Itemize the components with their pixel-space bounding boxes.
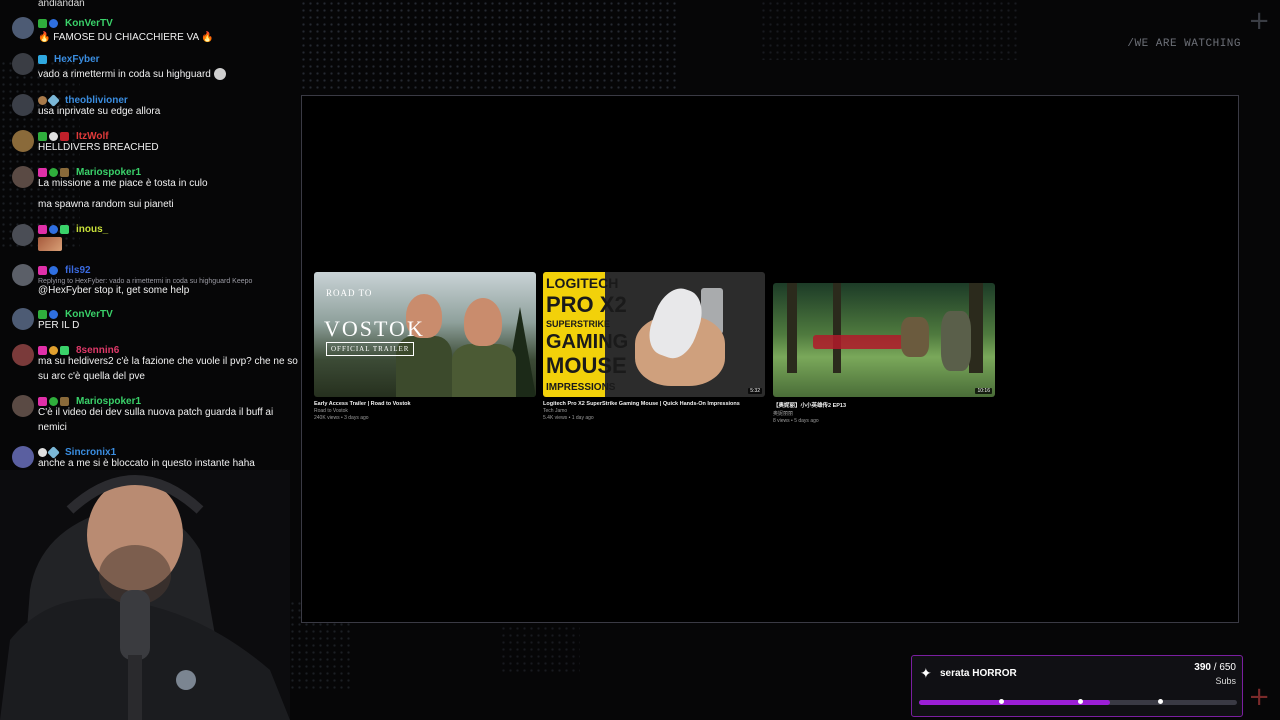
thumb-caption: SUPERSTRIKE	[546, 319, 611, 329]
video-card[interactable]: 10:16 【奥妮丽】小小英雄传2 EP13 奥妮丽丽 8 views • 5 …	[773, 272, 995, 424]
milestone-marker	[1078, 699, 1083, 704]
sub-badge-icon	[49, 224, 58, 234]
chat-text: ma spawna random sui pianeti	[38, 199, 174, 210]
chat-text: PER IL D	[38, 320, 80, 331]
dot-pattern-top	[300, 0, 680, 92]
chat-emote	[38, 237, 62, 256]
chat-badges: inous_	[38, 222, 108, 236]
thumb-caption: IMPRESSIONS	[546, 382, 616, 393]
thumb-caption: VOSTOK	[324, 316, 425, 341]
emote-icon	[213, 68, 226, 81]
milestone-marker	[1157, 699, 1163, 704]
video-title[interactable]: Early Access Trailer | Road to Vostok	[314, 401, 536, 407]
avatar	[12, 344, 34, 366]
avatar	[12, 224, 34, 246]
chat-text: vado a rimettermi in coda su highguard	[38, 67, 298, 82]
chat-badges: HexFyber	[38, 52, 100, 66]
chat-text: La missione a me piace è tosta in culo	[38, 178, 208, 189]
avatar	[12, 395, 34, 417]
dot-pattern-bottom-center	[500, 625, 580, 675]
avatar	[12, 17, 34, 39]
chat-badges: KonVerTV	[38, 16, 113, 30]
dot-pattern-top-right	[760, 0, 1020, 60]
goal-progress-bar	[919, 699, 1237, 705]
tree-shape	[969, 283, 983, 373]
video-stats: 240K views • 3 days ago	[314, 415, 369, 421]
webcam-feed	[0, 470, 290, 720]
goal-target: 650	[1219, 662, 1236, 673]
sub-goal-widget: ✦ serata HORROR 390 / 650 Subs	[911, 655, 1243, 717]
chat-text: ma su heldivers2 c'è la fazione che vuol…	[38, 356, 298, 382]
chat-text: C'è il video dei dev sulla nuova patch g…	[38, 407, 274, 433]
chat-text: 🔥 FAMOSE DU CHIACCHIERE VA 🔥	[38, 32, 214, 43]
figure-body	[452, 344, 516, 397]
goal-unit: Subs	[1215, 676, 1236, 686]
video-card[interactable]: LOGITECH PRO X2 SUPERSTRIKE GAMING MOUSE…	[543, 272, 765, 421]
video-card[interactable]: ROAD TO VOSTOK OFFICIAL TRAILER Early Ac…	[314, 272, 536, 421]
game-character	[941, 311, 971, 371]
chat-username[interactable]: inous_	[76, 222, 108, 237]
goal-current: 390	[1194, 662, 1211, 673]
goal-counter: 390 / 650	[1194, 662, 1236, 673]
thumb-caption: MOUSE	[546, 353, 627, 378]
captured-screen: ROAD TO VOSTOK OFFICIAL TRAILER Early Ac…	[301, 95, 1239, 623]
channel-name[interactable]: Tech Jamo	[543, 408, 765, 414]
thumb-caption: OFFICIAL TRAILER	[326, 342, 415, 356]
prime-badge-icon	[38, 54, 47, 64]
channel-name[interactable]: Road to Vostok	[314, 408, 536, 414]
chat-text: @HexFyber stop it, get some help	[38, 285, 190, 296]
avatar	[12, 94, 34, 116]
avatar	[12, 446, 34, 468]
video-duration: 5:32	[748, 388, 762, 394]
verified-badge-icon	[38, 18, 47, 28]
video-title[interactable]: 【奥妮丽】小小英雄传2 EP13	[773, 401, 995, 409]
chat-username[interactable]: HexFyber	[54, 52, 100, 67]
tree-shape	[787, 283, 797, 373]
chat-text: andiandan	[38, 0, 85, 9]
thumb-caption: PRO X2	[546, 292, 627, 317]
watching-caption: /WE ARE WATCHING	[1127, 38, 1241, 50]
video-thumbnail[interactable]: LOGITECH PRO X2 SUPERSTRIKE GAMING MOUSE…	[543, 272, 765, 397]
avatar	[12, 130, 34, 152]
video-duration: 10:16	[975, 388, 992, 394]
emote-icon	[38, 237, 62, 251]
channel-name[interactable]: 奥妮丽丽	[773, 410, 995, 417]
game-character	[901, 317, 929, 357]
video-thumbnail[interactable]: ROAD TO VOSTOK OFFICIAL TRAILER	[314, 272, 536, 397]
star-icon: ✦	[920, 665, 932, 681]
sub-badge-icon	[49, 18, 58, 28]
tree-shape	[833, 283, 841, 373]
avatar	[12, 53, 34, 75]
milestone-marker	[998, 699, 1004, 704]
goal-title: serata HORROR	[940, 668, 1017, 679]
thumb-caption: ROAD TO	[326, 288, 373, 298]
chat-text: usa inprivate su edge allora	[38, 106, 161, 117]
heart-badge-icon	[38, 224, 47, 234]
chat-text: HELLDIVERS BREACHED	[38, 142, 159, 153]
plus-corner-icon: +	[1248, 682, 1270, 712]
chat-text: anche a me si è bloccato in questo insta…	[38, 458, 255, 469]
thumb-caption: LOGITECH	[546, 275, 619, 291]
avatar	[12, 166, 34, 188]
figure-head	[464, 298, 502, 346]
bits-badge-icon	[60, 224, 69, 234]
avatar	[12, 308, 34, 330]
thumb-caption: GAMING	[546, 331, 629, 353]
avatar	[12, 264, 34, 286]
video-title[interactable]: Logitech Pro X2 SuperStrike Gaming Mouse…	[543, 401, 765, 407]
video-stats: 5.4K views • 1 day ago	[543, 415, 594, 421]
game-bar	[813, 335, 903, 349]
video-thumbnail[interactable]: 10:16	[773, 283, 995, 397]
video-stats: 8 views • 5 days ago	[773, 418, 819, 424]
plus-corner-icon: +	[1248, 6, 1270, 36]
chat-username[interactable]: KonVerTV	[65, 16, 113, 31]
